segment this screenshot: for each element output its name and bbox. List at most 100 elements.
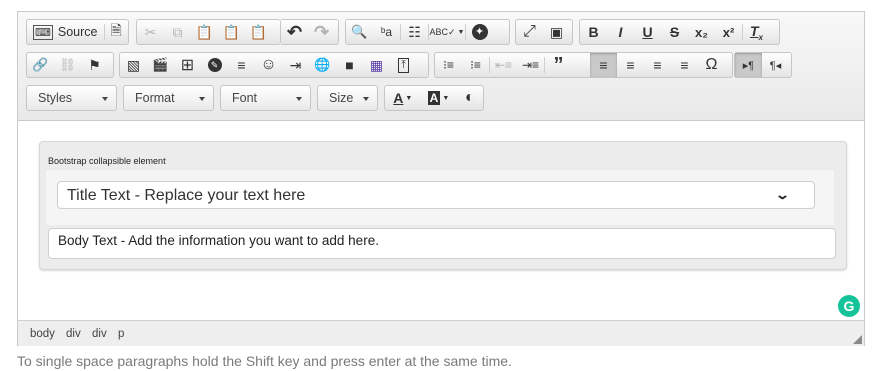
resize-handle-icon[interactable] bbox=[853, 335, 862, 344]
collapsible-button[interactable]: ⤒ bbox=[390, 53, 417, 77]
text-color-button[interactable]: A ▼ bbox=[385, 86, 421, 110]
cut-button[interactable]: ✂ bbox=[137, 20, 164, 44]
smiley-button[interactable]: ☺ bbox=[255, 53, 282, 77]
bulleted-list-icon: ⁝≡ bbox=[470, 58, 481, 72]
bold-button[interactable]: B bbox=[580, 20, 607, 44]
subscript-icon: x₂ bbox=[694, 24, 708, 40]
background-color-button[interactable]: A ▼ bbox=[421, 86, 457, 110]
link-button[interactable]: 🔗 bbox=[27, 53, 54, 77]
templates-button[interactable]: ■ bbox=[336, 53, 363, 77]
title-field[interactable]: Title Text - Replace your text here ⌄ bbox=[57, 181, 815, 209]
unlink-icon: ⛓ bbox=[59, 57, 76, 72]
contrast-button[interactable]: ◐ bbox=[456, 86, 483, 110]
justify-icon: ≡ bbox=[680, 57, 689, 73]
unlink-button[interactable]: ⛓ bbox=[54, 53, 81, 77]
underline-button[interactable]: U bbox=[634, 20, 661, 44]
page-break-button[interactable]: ⇥ bbox=[282, 53, 309, 77]
align-right-icon: ≡ bbox=[653, 57, 662, 73]
indent-button[interactable]: ⇥≡ bbox=[517, 53, 544, 77]
numbered-list-button[interactable]: ⁝≡ bbox=[435, 53, 462, 77]
outdent-icon: ⇤≡ bbox=[494, 58, 513, 72]
editing-group: 🔍 ᵇa ☷ ABC✓ ▼ ✦ bbox=[345, 19, 510, 45]
grid-button[interactable]: ▦ bbox=[363, 53, 390, 77]
superscript-button[interactable]: x² bbox=[715, 20, 742, 44]
chevron-down-icon[interactable]: ⌄ bbox=[775, 187, 790, 203]
strikethrough-icon: S bbox=[669, 24, 680, 40]
templates-icon: ■ bbox=[345, 57, 354, 73]
undo-group: ↶ ↷ bbox=[281, 19, 339, 45]
spellcheck-button[interactable]: ABC✓ ▼ bbox=[429, 20, 465, 44]
undo-button[interactable]: ↶ bbox=[281, 20, 308, 44]
source-button[interactable]: ⌨ Source bbox=[27, 20, 104, 44]
accessibility-icon: ✦ bbox=[471, 24, 488, 40]
redo-button[interactable]: ↷ bbox=[308, 20, 335, 44]
path-item-body[interactable]: body bbox=[30, 328, 55, 340]
path-item-div[interactable]: div bbox=[92, 328, 107, 340]
path-item-p[interactable]: p bbox=[118, 328, 124, 340]
title-text: Title Text - Replace your text here bbox=[67, 187, 306, 204]
card-label: Bootstrap collapsible element bbox=[48, 156, 166, 166]
grid-icon: ▦ bbox=[369, 56, 384, 73]
anchor-button[interactable]: ⚑ bbox=[81, 53, 108, 77]
rtl-button[interactable]: ¶◂ bbox=[762, 53, 789, 77]
ltr-button[interactable]: ▸¶ bbox=[735, 53, 762, 77]
chevron-down-icon bbox=[296, 97, 302, 101]
undo-icon: ↶ bbox=[286, 21, 303, 42]
iframe-button[interactable]: 🌐 bbox=[309, 53, 336, 77]
remove-format-icon: Tx bbox=[749, 22, 763, 42]
show-blocks-button[interactable]: ▣ bbox=[543, 20, 570, 44]
maximize-button[interactable]: ⤢ bbox=[516, 20, 543, 44]
italic-button[interactable]: I bbox=[607, 20, 634, 44]
outdent-button[interactable]: ⇤≡ bbox=[490, 53, 517, 77]
align-right-button[interactable]: ≡ bbox=[644, 53, 671, 77]
italic-icon: I bbox=[618, 24, 623, 40]
code-snippet-button[interactable]: ✎ bbox=[201, 53, 228, 77]
grammarly-icon[interactable]: G bbox=[838, 295, 860, 317]
find-button[interactable]: 🔍 bbox=[346, 20, 373, 44]
remove-format-button[interactable]: Tx bbox=[743, 20, 770, 44]
align-left-button[interactable]: ≡ bbox=[590, 53, 617, 77]
select-all-button[interactable]: ☷ bbox=[401, 20, 428, 44]
accessibility-button[interactable]: ✦ bbox=[466, 20, 493, 44]
paste-word-button[interactable]: 📋 bbox=[245, 20, 272, 44]
body-field[interactable]: Body Text - Add the information you want… bbox=[48, 228, 836, 259]
table-button[interactable]: ⊞ bbox=[174, 53, 201, 77]
maximize-icon: ⤢ bbox=[523, 23, 536, 40]
superscript-icon: x² bbox=[722, 24, 735, 40]
smiley-icon: ☺ bbox=[260, 56, 277, 73]
paste-text-button[interactable]: 📋 bbox=[218, 20, 245, 44]
align-center-icon: ≡ bbox=[626, 57, 635, 73]
justify-button[interactable]: ≡ bbox=[671, 53, 698, 77]
help-text: To single space paragraphs hold the Shif… bbox=[17, 353, 512, 369]
strike-button[interactable]: S bbox=[661, 20, 688, 44]
font-dropdown[interactable]: Font bbox=[220, 85, 311, 111]
size-dropdown[interactable]: Size bbox=[317, 85, 378, 111]
select-all-icon: ☷ bbox=[408, 23, 421, 40]
blockquote-button[interactable]: ” bbox=[545, 53, 572, 77]
globe-icon: 🌐 bbox=[314, 57, 331, 72]
flash-button[interactable]: 🎬 bbox=[147, 53, 174, 77]
spellcheck-icon: ABC✓ bbox=[429, 26, 456, 37]
collapsible-card: Bootstrap collapsible element Title Text… bbox=[39, 141, 847, 270]
styles-dropdown[interactable]: Styles bbox=[26, 85, 117, 111]
replace-button[interactable]: ᵇa bbox=[373, 20, 400, 44]
horizontal-rule-button[interactable]: ≡ bbox=[228, 53, 255, 77]
path-item-div[interactable]: div bbox=[66, 328, 81, 340]
indent-icon: ⇥≡ bbox=[521, 58, 540, 72]
insert-group: ▧ 🎬 ⊞ ✎ ≡ ☺ ⇥ 🌐 ■ ▦ ⤒ bbox=[119, 52, 429, 78]
contrast-icon: ◐ bbox=[464, 89, 475, 106]
align-center-button[interactable]: ≡ bbox=[617, 53, 644, 77]
subscript-button[interactable]: x₂ bbox=[688, 20, 715, 44]
special-char-button[interactable]: Ω bbox=[698, 53, 725, 77]
preview-button[interactable]: 🗎 bbox=[104, 20, 128, 44]
quote-icon: ” bbox=[553, 54, 564, 76]
clapperboard-icon: 🎬 bbox=[152, 57, 169, 72]
editor-content-area[interactable]: Bootstrap collapsible element Title Text… bbox=[18, 121, 864, 320]
format-dropdown[interactable]: Format bbox=[123, 85, 214, 111]
font-label: Font bbox=[232, 91, 258, 105]
image-button[interactable]: ▧ bbox=[120, 53, 147, 77]
omega-icon: Ω bbox=[705, 56, 718, 73]
paste-button[interactable]: 📋 bbox=[191, 20, 218, 44]
copy-button[interactable]: ⧉ bbox=[164, 20, 191, 44]
bulleted-list-button[interactable]: ⁝≡ bbox=[462, 53, 489, 77]
